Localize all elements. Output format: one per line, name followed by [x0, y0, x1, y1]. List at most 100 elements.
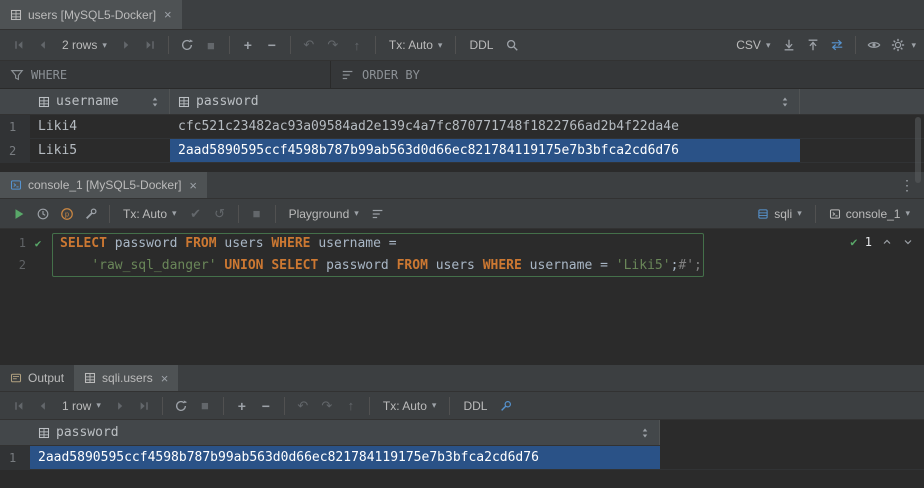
search-icon[interactable] [501, 34, 523, 56]
code-text[interactable]: SELECT password FROM users WHERE usernam… [50, 236, 397, 251]
toolbar-divider [455, 36, 456, 54]
grid-filler [0, 470, 924, 488]
parameters-icon[interactable] [56, 203, 78, 225]
rollback-icon[interactable]: ↺ [209, 203, 231, 225]
editor-line[interactable]: 1✔SELECT password FROM users WHERE usern… [0, 232, 924, 254]
console-tab-bar: console_1 [MySQL5-Docker] × ⋮ [0, 172, 924, 199]
undo-icon[interactable]: ↶ [292, 395, 314, 417]
column-header-password[interactable]: password [170, 89, 800, 114]
close-tab-icon[interactable]: × [161, 371, 169, 386]
session-dropdown[interactable]: console_1 ▾ [823, 203, 916, 225]
compare-data-icon[interactable] [826, 34, 848, 56]
database-icon [757, 208, 769, 220]
redo-icon[interactable]: ↷ [316, 395, 338, 417]
tab-output[interactable]: Output [0, 365, 74, 391]
tx-mode-label: Tx: Auto [123, 207, 167, 221]
table-cell[interactable]: 2aad5890595ccf4598b787b99ab563d0d66ec821… [170, 139, 800, 162]
tx-mode-dropdown[interactable]: Tx: Auto ▾ [377, 395, 443, 417]
undo-icon[interactable]: ↶ [298, 34, 320, 56]
add-row-icon[interactable]: + [237, 34, 259, 56]
redo-icon[interactable]: ↷ [322, 34, 344, 56]
close-tab-icon[interactable]: × [164, 7, 172, 22]
sql-editor[interactable]: 1✔SELECT password FROM users WHERE usern… [0, 229, 924, 365]
filter-funnel-icon [10, 68, 24, 82]
playground-dropdown[interactable]: Playground ▾ [283, 203, 365, 225]
wrench-icon[interactable] [80, 203, 102, 225]
close-tab-icon[interactable]: × [189, 178, 197, 193]
delete-row-icon[interactable]: − [255, 395, 277, 417]
export-format-dropdown[interactable]: CSV ▾ [730, 34, 776, 56]
chevron-down-icon[interactable] [902, 236, 914, 248]
chevron-up-icon[interactable] [881, 236, 893, 248]
sort-toggle-icon[interactable] [639, 427, 651, 439]
ddl-button[interactable]: DDL [463, 34, 499, 56]
reload-data-icon[interactable] [170, 395, 192, 417]
history-clock-icon[interactable] [32, 203, 54, 225]
console-toolbar: Tx: Auto ▾ ✔ ↺ ■ Playground ▾ sqli ▾ con… [0, 199, 924, 229]
row-number: 2 [0, 139, 30, 162]
column-label: password [196, 94, 259, 109]
table-cell[interactable]: cfc521c23482ac93a09584ad2e139c4a7fc87077… [170, 115, 800, 138]
stop-icon[interactable]: ■ [194, 395, 216, 417]
stop-icon[interactable]: ■ [200, 34, 222, 56]
tab-users-grid[interactable]: users [MySQL5-Docker] × [0, 0, 182, 29]
schema-label: sqli [774, 207, 792, 221]
last-page-icon[interactable] [133, 395, 155, 417]
first-page-icon[interactable] [8, 34, 30, 56]
previous-page-icon[interactable] [32, 395, 54, 417]
submit-icon[interactable]: ↑ [340, 395, 362, 417]
submit-icon[interactable]: ↑ [346, 34, 368, 56]
next-page-icon[interactable] [109, 395, 131, 417]
table-cell[interactable]: 2aad5890595ccf4598b787b99ab563d0d66ec821… [30, 446, 660, 469]
page-size-dropdown[interactable]: 2 rows ▾ [56, 34, 113, 56]
order-by-filter-field[interactable]: ORDER BY [331, 68, 430, 82]
delete-row-icon[interactable]: − [261, 34, 283, 56]
chevron-down-icon: ▾ [102, 40, 107, 51]
last-page-icon[interactable] [139, 34, 161, 56]
table-grid-icon [10, 9, 22, 21]
row-number-header [0, 89, 30, 114]
output-layout-icon[interactable] [367, 203, 389, 225]
import-data-icon[interactable] [802, 34, 824, 56]
toolbar-divider [815, 205, 816, 223]
table-row[interactable]: 12aad5890595ccf4598b787b99ab563d0d66ec82… [0, 446, 924, 470]
tab-console[interactable]: console_1 [MySQL5-Docker] × [0, 172, 207, 198]
vertical-scrollbar[interactable] [915, 117, 921, 183]
reload-data-icon[interactable] [176, 34, 198, 56]
tx-mode-dropdown[interactable]: Tx: Auto ▾ [383, 34, 449, 56]
pin-tab-icon[interactable] [495, 395, 517, 417]
table-cell[interactable]: Liki5 [30, 139, 170, 162]
tx-mode-dropdown[interactable]: Tx: Auto ▾ [117, 203, 183, 225]
next-page-icon[interactable] [115, 34, 137, 56]
editor-line[interactable]: 2 'raw_sql_danger' UNION SELECT password… [0, 254, 924, 276]
tab-label: Output [28, 371, 64, 385]
export-data-icon[interactable] [778, 34, 800, 56]
column-header-password[interactable]: password [30, 420, 660, 445]
ddl-button[interactable]: DDL [457, 395, 493, 417]
column-header-username[interactable]: username [30, 89, 170, 114]
where-filter-field[interactable]: WHERE [0, 68, 330, 82]
add-row-icon[interactable]: + [231, 395, 253, 417]
grid-filler [0, 163, 924, 172]
row-number: 1 [0, 115, 30, 138]
tab-result-grid[interactable]: sqli.users × [74, 365, 178, 391]
stop-icon[interactable]: ■ [246, 203, 268, 225]
execution-widget: ✔ 1 [850, 235, 914, 249]
run-icon[interactable] [8, 203, 30, 225]
first-page-icon[interactable] [8, 395, 30, 417]
previous-page-icon[interactable] [32, 34, 54, 56]
schema-dropdown[interactable]: sqli ▾ [751, 203, 808, 225]
sort-toggle-icon[interactable] [149, 96, 161, 108]
tab-bar-spacer [178, 365, 924, 391]
page-size-dropdown[interactable]: 1 row ▾ [56, 395, 107, 417]
table-row[interactable]: 2Liki52aad5890595ccf4598b787b99ab563d0d6… [0, 139, 924, 163]
sort-toggle-icon[interactable] [779, 96, 791, 108]
table-row[interactable]: 1Liki4cfc521c23482ac93a09584ad2e139c4a7f… [0, 115, 924, 139]
view-options-eye-icon[interactable] [863, 34, 885, 56]
code-text[interactable]: 'raw_sql_danger' UNION SELECT password F… [50, 258, 702, 273]
table-cell[interactable]: Liki4 [30, 115, 170, 138]
commit-check-icon[interactable]: ✔ [185, 203, 207, 225]
settings-gear-icon[interactable] [887, 34, 909, 56]
toolbar-divider [162, 397, 163, 415]
toolbar-divider [223, 397, 224, 415]
